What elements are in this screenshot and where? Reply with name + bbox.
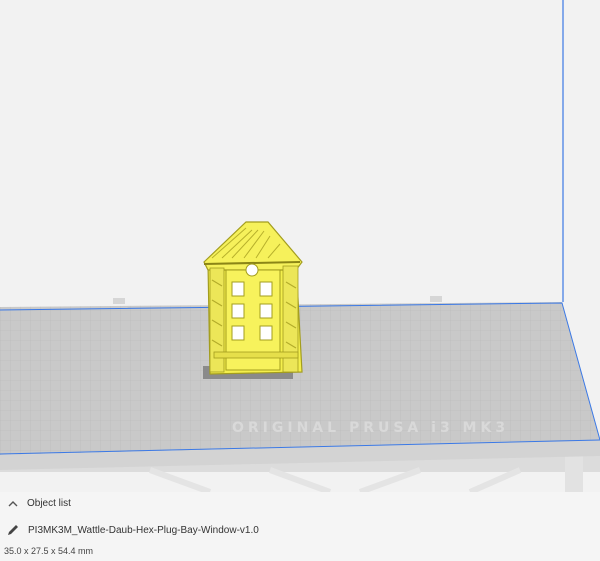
object-list-item[interactable]: PI3MK3M_Wattle-Daub-Hex-Plug-Bay-Window-… [6, 523, 259, 537]
3d-model-bay-window[interactable] [203, 221, 303, 379]
print-bed [0, 296, 600, 470]
pencil-icon[interactable] [6, 523, 20, 537]
object-list-panel: Object list PI3MK3M_Wattle-Daub-Hex-Plug… [0, 492, 600, 561]
viewport-canvas[interactable]: ORIGINAL PRUSA i3 MK3 [0, 0, 600, 495]
object-file-name: PI3MK3M_Wattle-Daub-Hex-Plug-Bay-Window-… [28, 524, 259, 536]
object-dimensions: 35.0 x 27.5 x 54.4 mm [4, 546, 93, 556]
chevron-up-icon[interactable] [6, 499, 20, 509]
object-list-label: Object list [27, 498, 71, 509]
3d-viewport[interactable]: ORIGINAL PRUSA i3 MK3 [0, 0, 600, 561]
bed-logo-text: ORIGINAL PRUSA i3 MK3 [232, 420, 509, 436]
object-list-header[interactable]: Object list [6, 498, 71, 509]
object-dimensions-text: 35.0 x 27.5 x 54.4 mm [4, 546, 94, 556]
